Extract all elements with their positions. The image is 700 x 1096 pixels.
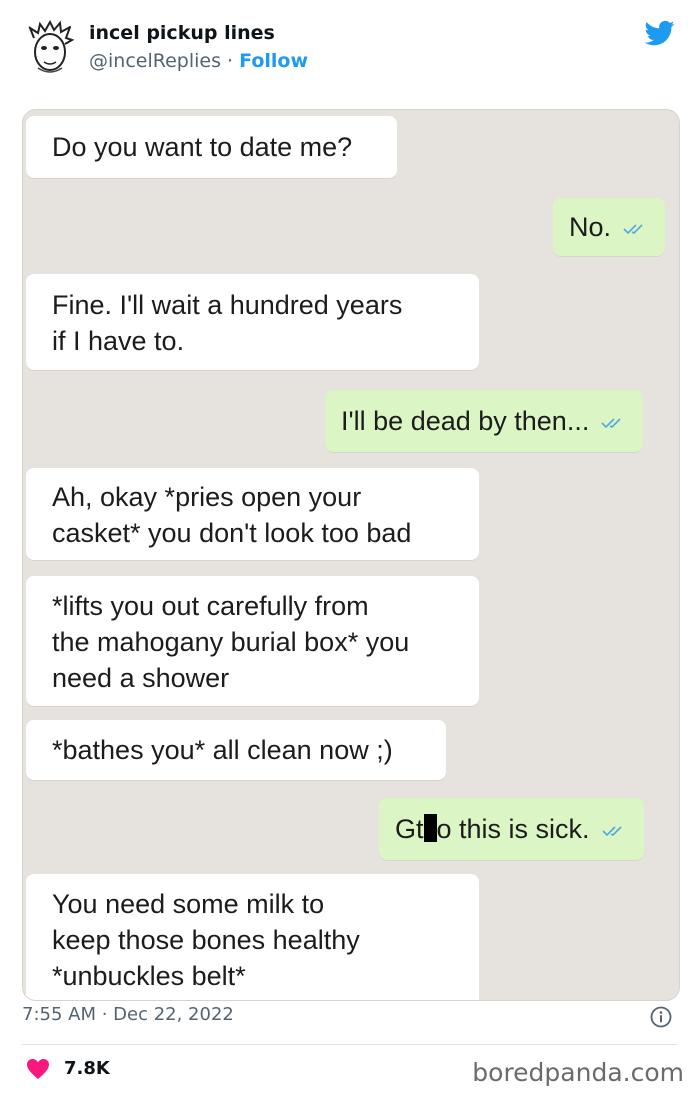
double-check-icon (623, 224, 643, 235)
message-text: I'll be dead by then... (341, 406, 590, 436)
tweet-timestamp[interactable]: 7:55 AM · Dec 22, 2022 (22, 1004, 234, 1025)
message-text: *lifts you out carefully from the mahoga… (52, 591, 410, 693)
heart-icon (27, 1059, 49, 1079)
message-text: *bathes you* all clean now ;) (52, 735, 393, 765)
handle-line: @incelReplies · Follow (89, 50, 308, 72)
double-check-icon (601, 826, 622, 837)
chat-message-incoming: *bathes you* all clean now ;) (26, 720, 446, 780)
chat-screenshot: Do you want to date me? No. Fine. I'll w… (22, 109, 680, 1001)
chat-message-outgoing: No. (553, 198, 666, 256)
separator: · (220, 50, 240, 72)
twitter-bird-icon[interactable] (643, 18, 677, 48)
redaction-block (423, 814, 437, 842)
message-text: No. (569, 212, 612, 242)
message-text: Ah, okay *pries open your casket* you do… (52, 482, 412, 548)
avatar[interactable] (20, 18, 80, 78)
message-text-end: o this is sick. (436, 814, 590, 844)
message-text: You need some milk to keep those bones h… (52, 889, 360, 991)
tweet-header: incel pickup lines @incelReplies · Follo… (0, 0, 700, 100)
watermark: boredpanda.com (472, 1058, 684, 1087)
divider (22, 1044, 678, 1045)
message-text: Do you want to date me? (52, 132, 353, 162)
double-check-icon (601, 418, 621, 429)
chat-message-incoming: Fine. I'll wait a hundred years if I hav… (26, 274, 479, 370)
message-text: Fine. I'll wait a hundred years if I hav… (52, 290, 403, 356)
chat-message-incoming: You need some milk to keep those bones h… (26, 874, 479, 1000)
likes-count: 7.8K (64, 1058, 110, 1079)
display-name[interactable]: incel pickup lines (89, 22, 275, 44)
chat-message-outgoing: I'll be dead by then... (325, 390, 644, 452)
info-icon[interactable] (650, 1006, 672, 1028)
follow-button[interactable]: Follow (239, 50, 308, 72)
chat-message-incoming: Ah, okay *pries open your casket* you do… (26, 468, 479, 560)
handle[interactable]: @incelReplies (89, 50, 221, 72)
chat-message-outgoing: Gt o this is sick. (379, 798, 644, 860)
chat-message-incoming: Do you want to date me? (26, 116, 397, 178)
chat-message-incoming: *lifts you out carefully from the mahoga… (26, 576, 479, 706)
message-text-start: Gt (395, 814, 424, 844)
